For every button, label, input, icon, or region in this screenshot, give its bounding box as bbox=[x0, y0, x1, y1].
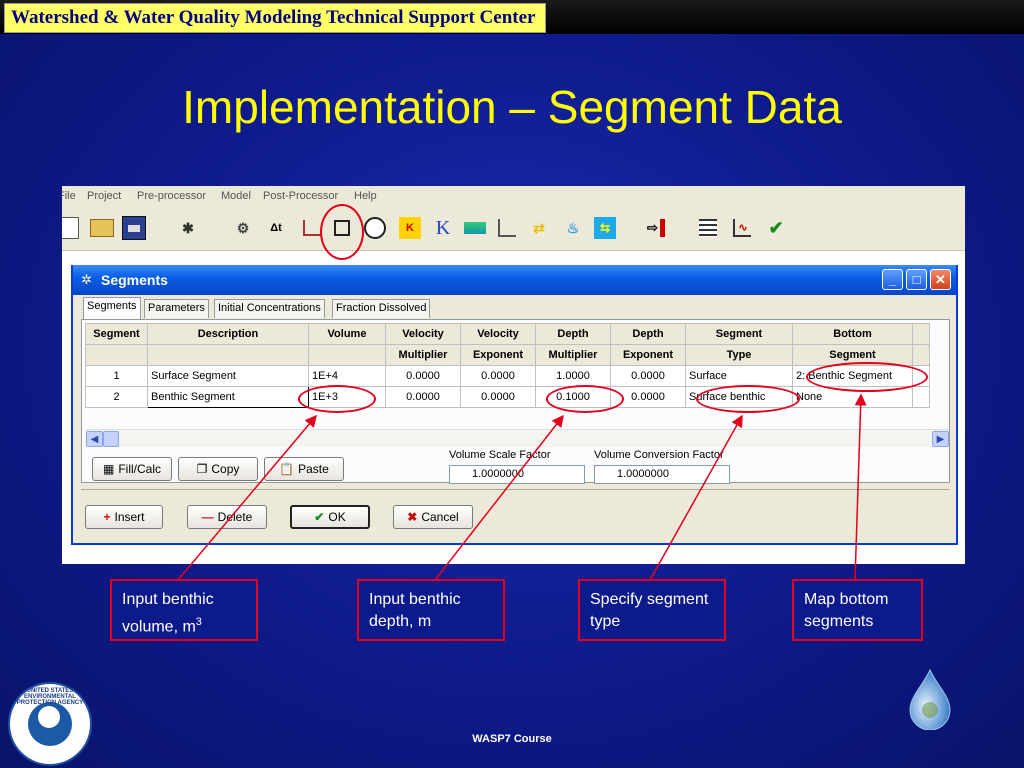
epa-seal-logo: UNITED STATES ENVIRONMENTAL PROTECTION A… bbox=[8, 682, 92, 766]
tab-segments[interactable]: Segments bbox=[83, 297, 141, 319]
arrow-volume bbox=[177, 414, 317, 581]
arrow-bottom bbox=[854, 393, 867, 581]
arrow-type bbox=[649, 414, 743, 581]
note-superscript: 3 bbox=[195, 616, 202, 628]
note-bottom-segments: Map bottom segments bbox=[792, 579, 923, 641]
note-segment-type: Specify segment type bbox=[578, 579, 726, 641]
note-benthic-volume-text: Input benthic volume, m bbox=[122, 591, 214, 636]
arrow-depth bbox=[434, 414, 564, 581]
epa-seal-text: UNITED STATES ENVIRONMENTAL PROTECTION A… bbox=[16, 688, 84, 706]
slide-footer: WASP7 Course bbox=[472, 733, 552, 745]
annotation-arrows bbox=[177, 393, 867, 581]
note-benthic-depth: Input benthic depth, m bbox=[357, 579, 505, 641]
note-benthic-volume: Input benthic volume, m3 bbox=[110, 579, 258, 641]
water-drop-logo bbox=[909, 668, 951, 730]
epa-flower-icon bbox=[38, 706, 60, 728]
